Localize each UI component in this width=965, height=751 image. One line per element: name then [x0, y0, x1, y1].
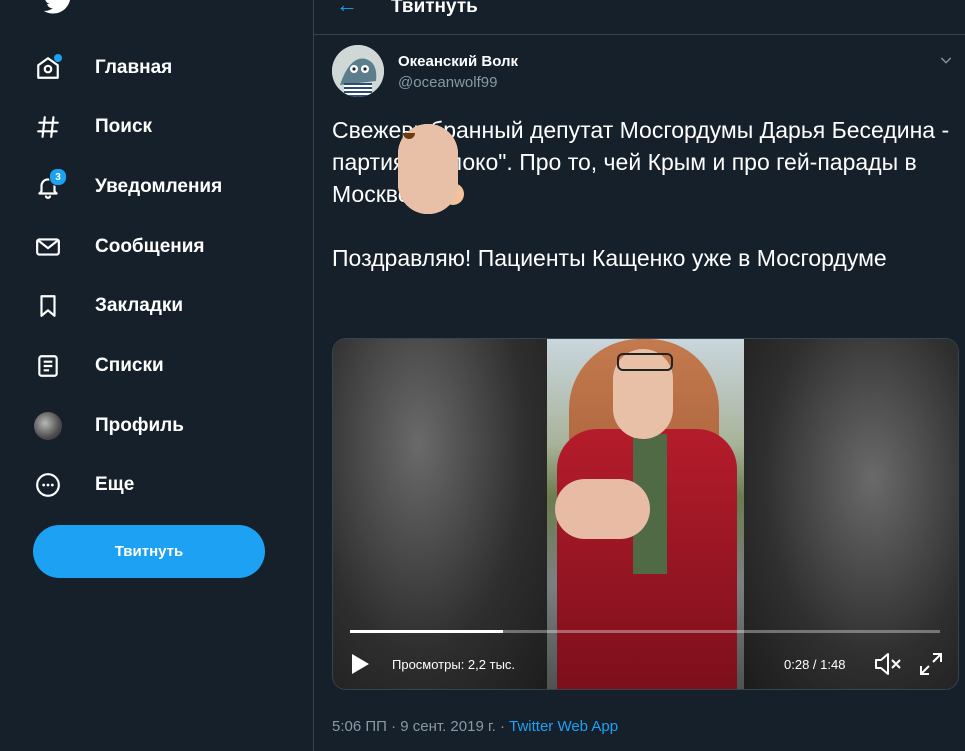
video-player[interactable]: Просмотры: 2,2 тыс. 0:28 / 1:48 — [332, 338, 959, 690]
nav-label: Главная — [95, 57, 173, 78]
mail-icon — [33, 232, 63, 262]
hashtag-icon — [33, 112, 63, 142]
video-progress-fill — [350, 630, 504, 633]
nav-notifications[interactable]: 3 Уведомления — [33, 162, 222, 212]
profile-avatar — [33, 411, 63, 441]
tweet-text: Свежевыбранный депутат Мосгордумы Дарья … — [332, 114, 960, 274]
bookmark-icon — [33, 291, 63, 321]
nav-lists[interactable]: Списки — [33, 341, 164, 391]
video-views: Просмотры: 2,2 тыс. — [392, 657, 516, 672]
nav-more[interactable]: Еще — [33, 460, 134, 510]
twitter-bird-icon[interactable] — [44, 0, 74, 16]
video-progress-bar[interactable] — [350, 630, 940, 633]
nav-profile[interactable]: Профиль — [33, 401, 184, 451]
back-arrow-icon[interactable]: ← — [336, 0, 358, 18]
list-icon — [33, 351, 63, 381]
video-frame — [547, 339, 744, 689]
source-app-link[interactable]: Twitter Web App — [509, 718, 618, 735]
nav-messages[interactable]: Сообщения — [33, 222, 205, 272]
nav-label: Уведомления — [95, 176, 223, 197]
nav-label: Сообщения — [95, 236, 205, 257]
tweet-timestamp[interactable]: 5:06 ПП · 9 сент. 2019 г. · — [332, 718, 509, 735]
main-column: ← Твитнуть Океанский Волк @oceanwolf99 С… — [313, 0, 965, 751]
chevron-down-icon[interactable] — [938, 52, 954, 73]
nav-label: Еще — [95, 474, 135, 495]
nav-home[interactable]: Главная — [33, 43, 172, 93]
page-title: Твитнуть — [391, 0, 478, 17]
volume-icon[interactable] — [873, 651, 903, 682]
nav-label: Списки — [95, 355, 164, 376]
laughing-emoji-icon — [398, 124, 458, 214]
nav-label: Закладки — [95, 295, 184, 316]
nav-bookmarks[interactable]: Закладки — [33, 281, 183, 331]
page-header: ← Твитнуть — [314, 0, 965, 35]
tweet-button[interactable]: Твитнуть — [33, 525, 265, 578]
tweet-meta: 5:06 ПП · 9 сент. 2019 г. · Twitter Web … — [332, 718, 618, 735]
nav-label: Профиль — [95, 415, 184, 436]
author-handle[interactable]: @oceanwolf99 — [398, 74, 497, 91]
home-icon — [33, 53, 63, 83]
nav-label: Поиск — [95, 116, 153, 137]
video-blur-left — [333, 339, 547, 689]
author-avatar[interactable] — [332, 45, 384, 97]
new-dot — [54, 54, 62, 62]
notification-badge: 3 — [49, 168, 67, 186]
video-blur-right — [744, 339, 958, 689]
play-icon[interactable] — [349, 652, 371, 681]
tweet-text-line: Поздравляю! Пациенты Кащенко уже в Мосго… — [332, 245, 887, 271]
author-name[interactable]: Океанский Волк — [398, 53, 518, 70]
more-icon — [33, 470, 63, 500]
video-time: 0:28 / 1:48 — [784, 657, 846, 672]
sidebar: Главная Поиск 3 Уведомления Сообщения За… — [0, 0, 313, 751]
bell-icon: 3 — [33, 168, 67, 202]
fullscreen-icon[interactable] — [918, 651, 944, 682]
nav-explore[interactable]: Поиск — [33, 102, 152, 152]
